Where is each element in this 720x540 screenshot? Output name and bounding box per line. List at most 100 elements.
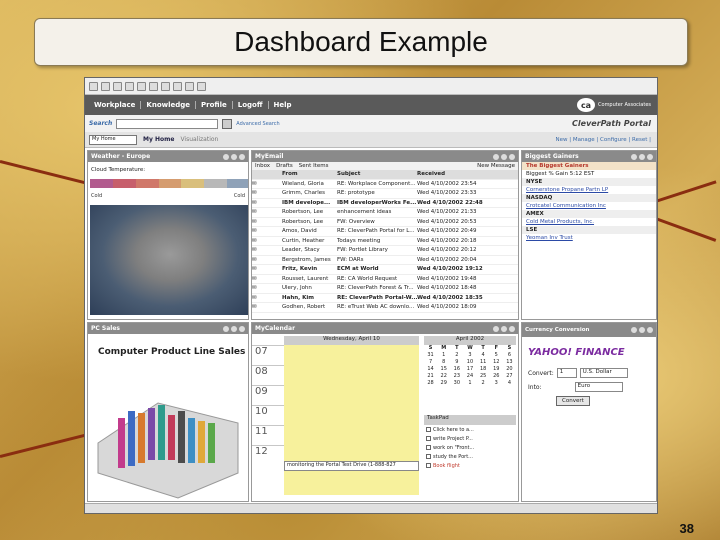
calendar-day[interactable]: 2 (477, 380, 490, 387)
close-icon[interactable] (647, 327, 653, 333)
search-go-button[interactable] (222, 118, 233, 129)
calendar-day[interactable]: 15 (437, 366, 450, 373)
minimize-icon[interactable] (501, 153, 507, 160)
nav-logoff[interactable]: Logoff (233, 101, 269, 109)
calendar-day[interactable]: 18 (477, 366, 490, 373)
calendar-day[interactable]: 21 (424, 373, 437, 380)
column-subject[interactable]: Subject (337, 171, 417, 177)
print-icon[interactable] (197, 81, 206, 91)
portlet-controls[interactable] (223, 325, 245, 332)
minimize-icon[interactable] (639, 153, 645, 160)
page-actions-links[interactable]: New | Manage | Configure | Reset | (555, 137, 657, 143)
info-icon[interactable] (223, 153, 229, 160)
info-icon[interactable] (631, 153, 637, 160)
checkbox-icon[interactable] (426, 436, 431, 441)
tab-visualization[interactable]: Visualization (180, 136, 218, 143)
calendar-event[interactable]: monitoring the Portal Test Drive (1-888-… (284, 461, 419, 471)
calendar-day[interactable]: 12 (490, 359, 503, 366)
checkbox-icon[interactable] (426, 427, 431, 432)
search-input[interactable] (116, 118, 219, 129)
tab-my-home[interactable]: My Home (143, 136, 174, 143)
calendar-day[interactable]: 22 (437, 373, 450, 380)
calendar-day[interactable]: 17 (463, 366, 476, 373)
email-row[interactable]: ✉ Hahn, Kim RE: CleverPath Portal-W... Wed … (252, 294, 518, 303)
email-row[interactable]: ✉ Curtin, Heather Todays meeting Wed 4/10/2… (252, 237, 518, 246)
minimize-icon[interactable] (501, 325, 507, 332)
nav-workplace[interactable]: Workplace (89, 101, 142, 109)
task-item[interactable]: Click here to a... (424, 425, 516, 434)
calendar-day[interactable]: 5 (490, 352, 503, 359)
column-received[interactable]: Received (417, 171, 518, 177)
task-item[interactable]: write Project P... (424, 434, 516, 443)
column-from[interactable]: From (282, 171, 337, 177)
stop-icon[interactable] (113, 81, 122, 91)
stock-link[interactable]: Cold Metal Products, Inc. (522, 218, 656, 226)
email-row[interactable]: ✉ Amos, David RE: CleverPath Portal for L.… (252, 227, 518, 237)
stock-link[interactable]: Yeoman Inv Trust (522, 234, 656, 242)
calendar-day[interactable]: 31 (424, 352, 437, 359)
nav-knowledge[interactable]: Knowledge (141, 101, 197, 109)
forward-icon[interactable] (101, 81, 110, 91)
email-row[interactable]: ✉ Grimm, Charles RE: prototype Wed 4/10/200… (252, 189, 518, 199)
calendar-day[interactable]: 27 (503, 373, 516, 380)
close-icon[interactable] (509, 325, 515, 332)
inbox-link[interactable]: Inbox (255, 163, 270, 169)
sent-items-link[interactable]: Sent Items (299, 163, 329, 169)
calendar-day[interactable]: 20 (503, 366, 516, 373)
calendar-day[interactable]: 4 (477, 352, 490, 359)
calendar-day[interactable]: 1 (437, 352, 450, 359)
info-icon[interactable] (223, 325, 229, 332)
nav-help[interactable]: Help (269, 101, 297, 109)
calendar-day[interactable]: 7 (424, 359, 437, 366)
advanced-search-link[interactable]: Advanced Search (236, 121, 279, 127)
calendar-day-grid[interactable] (284, 345, 419, 495)
calendar-day[interactable]: 10 (463, 359, 476, 366)
calendar-day[interactable]: 13 (503, 359, 516, 366)
stock-link[interactable]: Crotcatel Communication Inc (522, 202, 656, 210)
from-currency-select[interactable]: U.S. Dollar (579, 368, 628, 378)
email-row[interactable]: ✉ Fritz, Kevin ECM at World Wed 4/10/2002 1… (252, 265, 518, 275)
info-icon[interactable] (631, 327, 637, 333)
refresh-icon[interactable] (125, 81, 134, 91)
calendar-day[interactable]: 29 (437, 380, 450, 387)
calendar-day[interactable]: 19 (490, 366, 503, 373)
email-row[interactable]: ✉ Ulery, John RE: CleverPath Forest & Tr..… (252, 284, 518, 294)
calendar-day[interactable]: 11 (477, 359, 490, 366)
close-icon[interactable] (239, 153, 245, 160)
calendar-day[interactable]: 8 (437, 359, 450, 366)
favorites-icon[interactable] (161, 81, 170, 91)
stock-link[interactable]: Cornerstone Propane Partn LP (522, 186, 656, 194)
mail-icon[interactable] (185, 81, 194, 91)
task-item[interactable]: work on "Front... (424, 443, 516, 452)
portlet-controls[interactable] (631, 153, 653, 160)
calendar-day[interactable]: 4 (503, 380, 516, 387)
info-icon[interactable] (493, 325, 499, 332)
drafts-link[interactable]: Drafts (276, 163, 293, 169)
portlet-controls[interactable] (493, 325, 515, 332)
calendar-day[interactable]: 3 (490, 380, 503, 387)
calendar-day[interactable]: 30 (450, 380, 463, 387)
email-row[interactable]: ✉ Godhen, Robert RE: eTrust Web AC downlo.… (252, 303, 518, 313)
calendar-day[interactable]: 28 (424, 380, 437, 387)
calendar-day[interactable]: 24 (463, 373, 476, 380)
minimize-icon[interactable] (639, 327, 645, 333)
email-row[interactable]: ✉ Robertson, Lee FW: Overview Wed 4/10/2002… (252, 218, 518, 227)
calendar-day[interactable]: 16 (450, 366, 463, 373)
new-message-link[interactable]: New Message (477, 163, 515, 169)
home-icon[interactable] (137, 81, 146, 91)
checkbox-icon[interactable] (426, 463, 431, 468)
email-row[interactable]: ✉ Wieland, Gloria RE: Workplace Component.… (252, 180, 518, 189)
portlet-controls[interactable] (493, 153, 515, 160)
calendar-day[interactable]: 6 (503, 352, 516, 359)
calendar-day[interactable]: 14 (424, 366, 437, 373)
calendar-day[interactable]: 1 (463, 380, 476, 387)
task-item[interactable]: study the Port... (424, 452, 516, 461)
email-row[interactable]: ✉ Rousset, Laurent RE: CA World Request Wed… (252, 275, 518, 284)
email-row[interactable]: ✉ Bergstrom, James FW: DARs Wed 4/10/2002 2… (252, 256, 518, 265)
portlet-controls[interactable] (223, 153, 245, 160)
convert-button[interactable]: Convert (556, 396, 590, 406)
calendar-day[interactable]: 25 (477, 373, 490, 380)
close-icon[interactable] (239, 325, 245, 332)
info-icon[interactable] (493, 153, 499, 160)
calendar-day[interactable]: 23 (450, 373, 463, 380)
